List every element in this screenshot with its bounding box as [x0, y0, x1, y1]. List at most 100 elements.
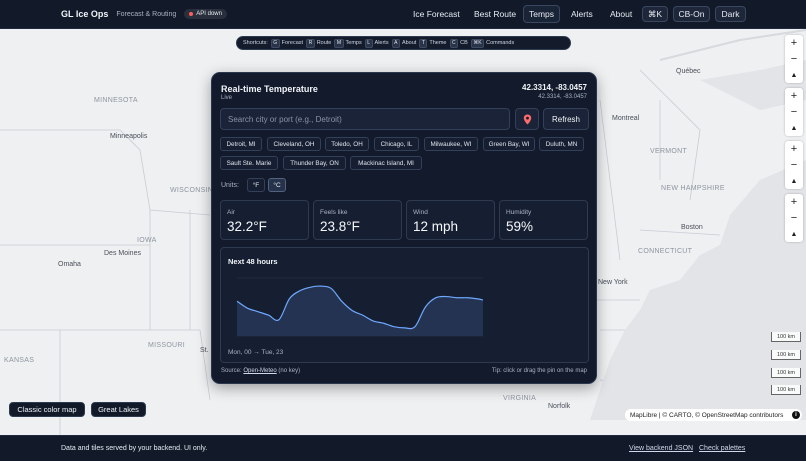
preset-chip[interactable]: Detroit, MI [220, 137, 262, 151]
search-input[interactable] [220, 108, 510, 130]
city-label: Des Moines [104, 250, 141, 257]
stat-card-air: Air 32.2°F [220, 200, 309, 240]
zoom-out-button[interactable]: − [785, 157, 803, 173]
preset-chip[interactable]: Milwaukee, WI [424, 137, 478, 151]
preset-chip[interactable]: Duluth, MN [539, 137, 584, 151]
nav-best-route[interactable]: Best Route [469, 5, 521, 23]
shortcut-key: T [419, 38, 428, 48]
shortcut-label: Forecast [281, 40, 304, 46]
shortcut-label: Route [316, 40, 332, 46]
city-label: New York [598, 279, 628, 286]
shortcuts-bar: Shortcuts: G Forecast R Route M Temps L Aler… [236, 36, 571, 50]
attribution-text[interactable]: MapLibre | © CARTO, © OpenStreetMap cont… [630, 412, 783, 419]
preset-chip[interactable]: Thunder Bay, ON [283, 156, 346, 170]
scale-bar: 100 km [771, 332, 801, 342]
scale-bar: 100 km [771, 368, 801, 378]
preset-chip[interactable]: Chicago, IL [374, 137, 419, 151]
unit-celsius-button[interactable]: °C [268, 178, 286, 192]
panel-title: Real-time Temperature [221, 84, 318, 94]
command-palette-button[interactable]: ⌘K [642, 6, 668, 22]
city-label: Montreal [612, 115, 640, 122]
view-backend-json-link[interactable]: View backend JSON [629, 445, 693, 452]
city-label: Boston [681, 224, 703, 231]
stat-value: 23.8°F [320, 219, 360, 234]
status-dot-icon [189, 12, 194, 16]
city-label: Minneapolis [110, 133, 148, 140]
api-status-text: API down [196, 11, 222, 17]
shortcut-label: Theme [429, 40, 447, 46]
stat-value: 32.2°F [227, 219, 267, 234]
compass-icon[interactable]: ▲ [785, 67, 803, 83]
shortcut-label: About [401, 40, 417, 46]
forecast-range: Mon, 00 → Tue, 23 [228, 349, 284, 356]
preset-chip[interactable]: Sault Ste. Marie [220, 156, 278, 170]
shortcut-key: G [270, 38, 280, 48]
zoom-in-button[interactable]: + [785, 141, 803, 157]
shortcut-key: M [334, 38, 344, 48]
zoom-in-button[interactable]: + [785, 88, 803, 104]
region-label: VERMONT [650, 148, 688, 155]
zoom-out-button[interactable]: − [785, 104, 803, 120]
preset-chip[interactable]: Cleveland, OH [267, 137, 321, 151]
zoom-out-button[interactable]: − [785, 210, 803, 226]
nav-temps[interactable]: Temps [523, 5, 561, 23]
theme-toggle-button[interactable]: Dark [715, 6, 746, 22]
info-icon[interactable]: i [792, 411, 800, 419]
unit-fahrenheit-button[interactable]: °F [247, 178, 265, 192]
zoom-in-button[interactable]: + [785, 194, 803, 210]
refresh-button[interactable]: Refresh [543, 108, 589, 130]
stat-value: 59% [506, 219, 534, 234]
preset-chip[interactable]: Toledo, OH [325, 137, 369, 151]
stat-card-humidity: Humidity 59% [499, 200, 588, 240]
source-suffix: (no key) [278, 368, 301, 374]
preset-chip[interactable]: Green Bay, WI [483, 137, 535, 151]
source-note: Source: Open-Meteo (no key) [221, 368, 300, 374]
map-attribution: MapLibre | © CARTO, © OpenStreetMap cont… [625, 409, 802, 421]
coordinates-sub: 42.3314, -83.0457 [538, 94, 587, 100]
map-controls-3: + − ▲ [785, 141, 803, 189]
nav-ice-forecast[interactable]: Ice Forecast [408, 5, 465, 23]
zoom-out-button[interactable]: − [785, 51, 803, 67]
locate-pin-button[interactable] [515, 108, 539, 130]
map-controls-2: + − ▲ [785, 88, 803, 136]
check-palettes-link[interactable]: Check palettes [699, 445, 745, 452]
region-label: IOWA [137, 237, 157, 244]
temperature-panel: Real-time Temperature Live 42.3314, -83.… [211, 72, 597, 384]
shortcut-key: R [306, 38, 315, 48]
city-label: St. [200, 347, 209, 354]
stat-card-wind: Wind 12 mph [406, 200, 495, 240]
scale-bar: 100 km [771, 385, 801, 395]
nav-about[interactable]: About [605, 5, 637, 23]
compass-icon[interactable]: ▲ [785, 173, 803, 189]
shortcuts-label: Shortcuts: [243, 40, 268, 46]
compass-icon[interactable]: ▲ [785, 120, 803, 136]
cb-toggle-button[interactable]: CB-On [673, 6, 710, 22]
source-link[interactable]: Open-Meteo [243, 368, 276, 374]
shortcut-label: CB [460, 40, 468, 46]
api-status-badge: API down [184, 9, 227, 19]
shortcut-label: Temps [345, 40, 362, 46]
map-controls-4: + − ▲ [785, 194, 803, 242]
map-pin-icon [523, 114, 531, 124]
region-label: VIRGINIA [503, 395, 537, 402]
app-subtitle: Forecast & Routing [116, 10, 177, 18]
compass-icon[interactable]: ▲ [785, 226, 803, 242]
great-lakes-button[interactable]: Great Lakes [91, 402, 146, 417]
scale-bar: 100 km [771, 350, 801, 360]
nav-alerts[interactable]: Alerts [566, 5, 598, 23]
app-title[interactable]: GL Ice Ops [61, 9, 108, 19]
zoom-in-button[interactable]: + [785, 35, 803, 51]
preset-chip[interactable]: Mackinac Island, MI [350, 156, 422, 170]
shortcut-key: C [449, 38, 459, 48]
classic-color-map-button[interactable]: Classic color map [9, 402, 85, 417]
region-label: MINNESOTA [94, 97, 138, 104]
stat-label: Air [227, 209, 235, 216]
shortcut-key: ⌘K [470, 38, 485, 48]
stat-label: Wind [413, 209, 428, 216]
map-controls-1: + − ▲ [785, 35, 803, 83]
forecast-chart [236, 277, 484, 337]
live-status: Live [221, 95, 233, 101]
coordinates: 42.3314, -83.0457 [522, 83, 587, 92]
tip-text: Tip: click or drag the pin on the map [491, 368, 587, 374]
forecast-area [237, 286, 483, 336]
